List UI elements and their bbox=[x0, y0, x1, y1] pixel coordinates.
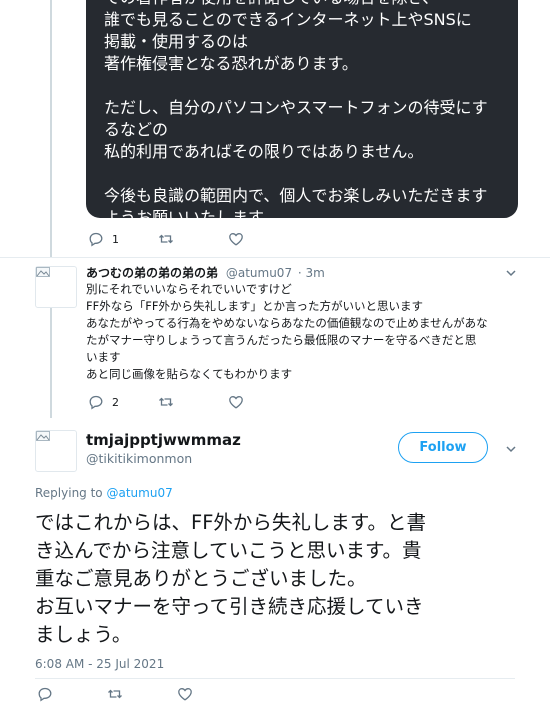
tweet2-text: 別にそれでいいならそれでいいですけど FF外なら「FF外から失礼します」とか言っ… bbox=[86, 282, 488, 381]
reply-icon bbox=[89, 395, 103, 410]
retweet-icon bbox=[159, 234, 173, 244]
card-paragraph-2: ただし、自分のパソコンやスマートフォンの待受にす るなどの 私的利用であればその… bbox=[104, 98, 488, 161]
tweet2-actions: 2 bbox=[88, 394, 298, 410]
reply-button[interactable]: 2 bbox=[88, 394, 158, 410]
follow-button[interactable]: Follow bbox=[398, 432, 488, 463]
chevron-down-icon[interactable] bbox=[504, 442, 518, 456]
thread-line-middle bbox=[50, 308, 52, 418]
divider-1 bbox=[0, 257, 550, 258]
retweet-button[interactable] bbox=[158, 394, 228, 410]
reply-button[interactable]: 1 bbox=[88, 231, 158, 247]
card-paragraph-3: 今後も良識の範囲内で、個人でお楽しみいただきます ようお願いいたします。 bbox=[104, 186, 488, 218]
retweet-button[interactable] bbox=[107, 686, 177, 702]
tweet2-handle[interactable]: @atumu07 bbox=[226, 266, 292, 280]
reply-count: 1 bbox=[112, 232, 119, 246]
main-tweet-actions bbox=[37, 686, 247, 702]
tweet2-author-name[interactable]: あつむの弟の弟の弟の弟 bbox=[86, 266, 218, 280]
tweet2-header: あつむの弟の弟の弟の弟 @atumu07 · 3m bbox=[86, 264, 325, 281]
like-button[interactable] bbox=[228, 231, 298, 247]
retweet-icon bbox=[108, 689, 122, 699]
reply-count: 2 bbox=[112, 395, 119, 409]
replying-to: Replying to @atumu07 bbox=[35, 486, 173, 500]
quoted-image-card[interactable]: での著作者が使用を許諾している場合を除き、 誰でも見ることのできるインターネット… bbox=[86, 0, 518, 218]
broken-image-icon bbox=[36, 431, 50, 441]
like-icon bbox=[229, 396, 243, 409]
like-button[interactable] bbox=[228, 394, 298, 410]
retweet-button[interactable] bbox=[158, 231, 228, 247]
tweet1-actions: 1 bbox=[88, 231, 298, 247]
main-tweet-text: ではこれからは、FF外から失礼します。と書 き込んでから注意していこうと思います… bbox=[35, 511, 426, 646]
divider-2 bbox=[35, 678, 515, 679]
retweet-icon bbox=[159, 397, 173, 407]
avatar[interactable] bbox=[35, 430, 77, 472]
like-button[interactable] bbox=[177, 686, 247, 702]
main-author-name[interactable]: tmjajpptjwwmmaz bbox=[86, 431, 241, 449]
reply-icon bbox=[38, 687, 52, 702]
chevron-down-icon[interactable] bbox=[504, 266, 518, 280]
like-icon bbox=[178, 688, 192, 701]
replying-to-mention[interactable]: @atumu07 bbox=[106, 486, 172, 500]
reply-button[interactable] bbox=[37, 686, 107, 702]
thread-line-top bbox=[50, 0, 52, 258]
broken-image-icon bbox=[36, 267, 50, 277]
tweet2-time[interactable]: · 3m bbox=[298, 266, 325, 280]
tweet-timestamp[interactable]: 6:08 AM - 25 Jul 2021 bbox=[35, 657, 164, 671]
reply-icon bbox=[89, 232, 103, 247]
like-icon bbox=[229, 233, 243, 246]
avatar[interactable] bbox=[35, 266, 77, 308]
main-author-handle[interactable]: @tikitikimonmon bbox=[86, 451, 192, 466]
card-paragraph-1: での著作者が使用を許諾している場合を除き、 誰でも見ることのできるインターネット… bbox=[104, 0, 472, 73]
